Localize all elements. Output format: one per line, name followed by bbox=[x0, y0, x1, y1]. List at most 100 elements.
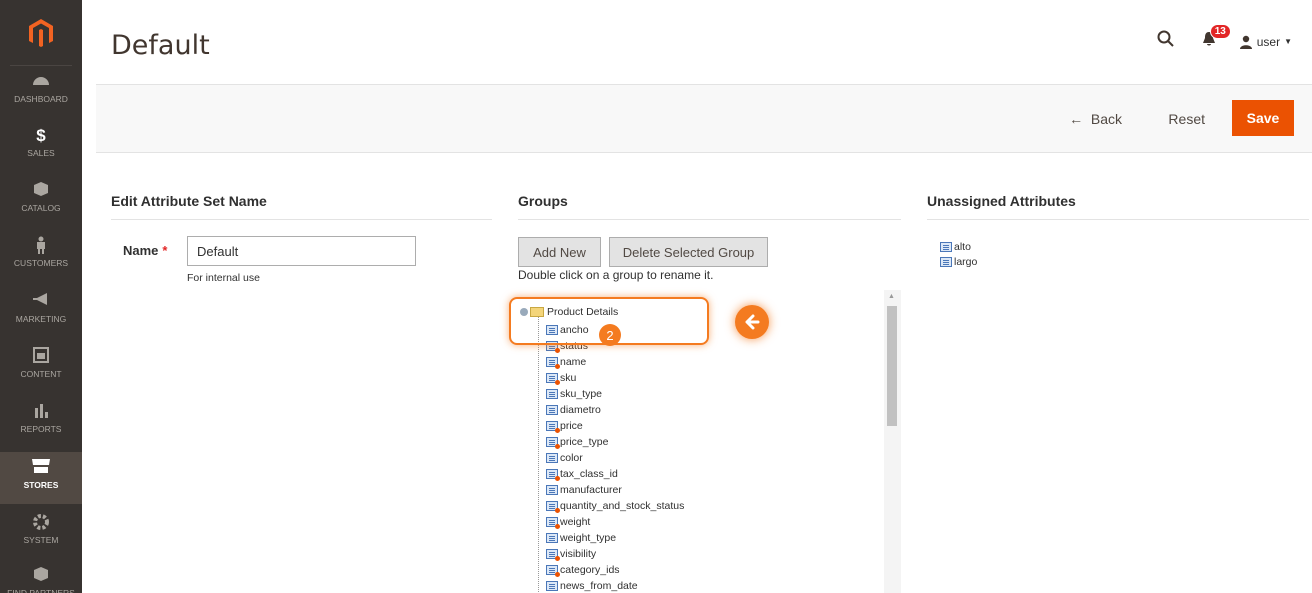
gear-icon bbox=[0, 513, 82, 535]
save-button[interactable]: Save bbox=[1232, 100, 1294, 136]
sidebar-item-system[interactable]: SYSTEM bbox=[0, 507, 82, 559]
tree-attribute-item[interactable]: tax_class_id bbox=[546, 466, 684, 482]
megaphone-icon bbox=[0, 292, 82, 314]
scrollbar-thumb[interactable] bbox=[887, 306, 897, 426]
person-icon bbox=[0, 236, 82, 258]
user-name: user bbox=[1256, 34, 1281, 49]
cube-icon bbox=[0, 566, 82, 588]
magento-logo[interactable] bbox=[10, 0, 72, 66]
tree-attribute-label: quantity_and_stock_status bbox=[560, 500, 685, 512]
delete-selected-group-button[interactable]: Delete Selected Group bbox=[609, 237, 768, 267]
tree-attribute-item[interactable]: weight bbox=[546, 514, 684, 530]
unassigned-attribute-label: largo bbox=[954, 255, 978, 268]
back-button[interactable]: ← Back bbox=[1069, 111, 1122, 127]
sidebar-item-find-partners[interactable]: FIND PARTNERS bbox=[0, 560, 82, 593]
sidebar-item-dashboard[interactable]: DASHBOARD bbox=[0, 66, 82, 118]
tree-scrollbar[interactable]: ▲ bbox=[884, 290, 901, 593]
tree-attribute-item[interactable]: visibility bbox=[546, 546, 684, 562]
tree-attribute-item[interactable]: category_ids bbox=[546, 562, 684, 578]
tree-attribute-item[interactable]: sku_type bbox=[546, 386, 684, 402]
unassigned-attributes-list: alto largo bbox=[940, 239, 977, 269]
tree-attribute-label: weight bbox=[560, 516, 591, 528]
reset-button[interactable]: Reset bbox=[1168, 111, 1205, 127]
unassigned-attributes-title: Unassigned Attributes bbox=[927, 193, 1309, 220]
tree-attribute-item[interactable]: weight_type bbox=[546, 530, 684, 546]
sidebar-item-label: CUSTOMERS bbox=[13, 258, 69, 268]
user-icon bbox=[1239, 35, 1252, 49]
back-label: Back bbox=[1090, 111, 1122, 127]
tree-attribute-label: news_from_date bbox=[560, 580, 638, 592]
system-attribute-icon bbox=[546, 565, 560, 577]
unassigned-attribute-item[interactable]: largo bbox=[940, 254, 977, 269]
add-new-group-button[interactable]: Add New bbox=[518, 237, 601, 267]
sidebar-item-content[interactable]: CONTENT bbox=[0, 341, 82, 393]
chevron-down-icon: ▼ bbox=[1284, 37, 1292, 46]
system-attribute-icon bbox=[546, 469, 560, 481]
dollar-icon: $ bbox=[36, 126, 46, 145]
sidebar-item-label: MARKETING bbox=[15, 314, 67, 324]
arrow-left-callout-icon bbox=[735, 305, 769, 339]
sidebar-item-label: SYSTEM bbox=[23, 535, 59, 545]
tree-attribute-label: sku_type bbox=[560, 388, 603, 400]
tree-attribute-item[interactable]: manufacturer bbox=[546, 482, 684, 498]
attribute-icon bbox=[546, 389, 558, 399]
tree-attribute-item[interactable]: price bbox=[546, 418, 684, 434]
sidebar-item-label: CONTENT bbox=[20, 369, 62, 379]
store-icon bbox=[0, 458, 82, 480]
user-menu[interactable]: user ▼ bbox=[1239, 35, 1292, 49]
attribute-icon bbox=[546, 533, 558, 543]
sidebar-item-catalog[interactable]: CATALOG bbox=[0, 175, 82, 227]
layout-icon bbox=[0, 347, 82, 369]
tree-attribute-label: color bbox=[560, 452, 583, 464]
sidebar-item-label: STORES bbox=[23, 480, 59, 490]
attribute-icon bbox=[940, 256, 952, 267]
tree-attribute-item[interactable]: diametro bbox=[546, 402, 684, 418]
unassigned-attribute-item[interactable]: alto bbox=[940, 239, 977, 254]
attribute-set-name-input[interactable] bbox=[187, 236, 416, 266]
dashboard-icon bbox=[0, 72, 82, 94]
attribute-icon bbox=[546, 453, 558, 463]
attribute-icon bbox=[546, 485, 558, 495]
scroll-up-icon[interactable]: ▲ bbox=[888, 293, 895, 300]
tree-attribute-item[interactable]: name bbox=[546, 354, 684, 370]
tree-attribute-label: price_type bbox=[560, 436, 609, 448]
sidebar-item-marketing[interactable]: MARKETING bbox=[0, 286, 82, 338]
step-number-badge: 2 bbox=[599, 324, 621, 346]
tree-attribute-item[interactable]: sku bbox=[546, 370, 684, 386]
system-attribute-icon bbox=[546, 549, 560, 561]
edit-attribute-set-title: Edit Attribute Set Name bbox=[111, 193, 492, 220]
tree-attribute-label: price bbox=[560, 420, 583, 432]
sidebar-item-label: SALES bbox=[27, 148, 55, 158]
groups-note: Double click on a group to rename it. bbox=[518, 268, 714, 282]
tree-attribute-item[interactable]: price_type bbox=[546, 434, 684, 450]
sidebar-item-label: DASHBOARD bbox=[14, 94, 68, 104]
sidebar-item-stores[interactable]: STORES bbox=[0, 452, 82, 504]
system-attribute-icon bbox=[546, 357, 560, 369]
sidebar-item-label: FIND PARTNERS bbox=[7, 588, 75, 593]
name-note: For internal use bbox=[187, 272, 260, 284]
tree-attribute-item[interactable]: quantity_and_stock_status bbox=[546, 498, 684, 514]
sidebar-item-reports[interactable]: REPORTS bbox=[0, 396, 82, 448]
tree-attribute-item[interactable]: news_from_date bbox=[546, 578, 684, 593]
tree-attribute-label: manufacturer bbox=[560, 484, 622, 496]
system-attribute-icon bbox=[546, 421, 560, 433]
groups-title: Groups bbox=[518, 193, 901, 220]
tree-attribute-label: sku bbox=[560, 372, 577, 384]
system-attribute-icon bbox=[546, 373, 560, 385]
notifications-button[interactable]: 13 bbox=[1201, 24, 1231, 52]
sidebar-item-customers[interactable]: CUSTOMERS bbox=[0, 230, 82, 282]
tree-attribute-item[interactable]: color bbox=[546, 450, 684, 466]
system-attribute-icon bbox=[546, 501, 560, 513]
sidebar-item-sales[interactable]: $ SALES bbox=[0, 120, 82, 172]
tree-attribute-label: category_ids bbox=[560, 564, 620, 576]
tree-attribute-label: name bbox=[560, 356, 587, 368]
arrow-left-icon: ← bbox=[1069, 111, 1084, 127]
sidebar-item-label: CATALOG bbox=[21, 203, 61, 213]
required-marker: * bbox=[162, 243, 168, 258]
system-attribute-icon bbox=[546, 517, 560, 529]
sidebar-item-label: REPORTS bbox=[20, 424, 62, 434]
page-title: Default bbox=[111, 30, 210, 61]
tree-attribute-label: diametro bbox=[560, 404, 601, 416]
attribute-icon bbox=[546, 581, 558, 591]
search-icon[interactable] bbox=[1157, 30, 1175, 53]
